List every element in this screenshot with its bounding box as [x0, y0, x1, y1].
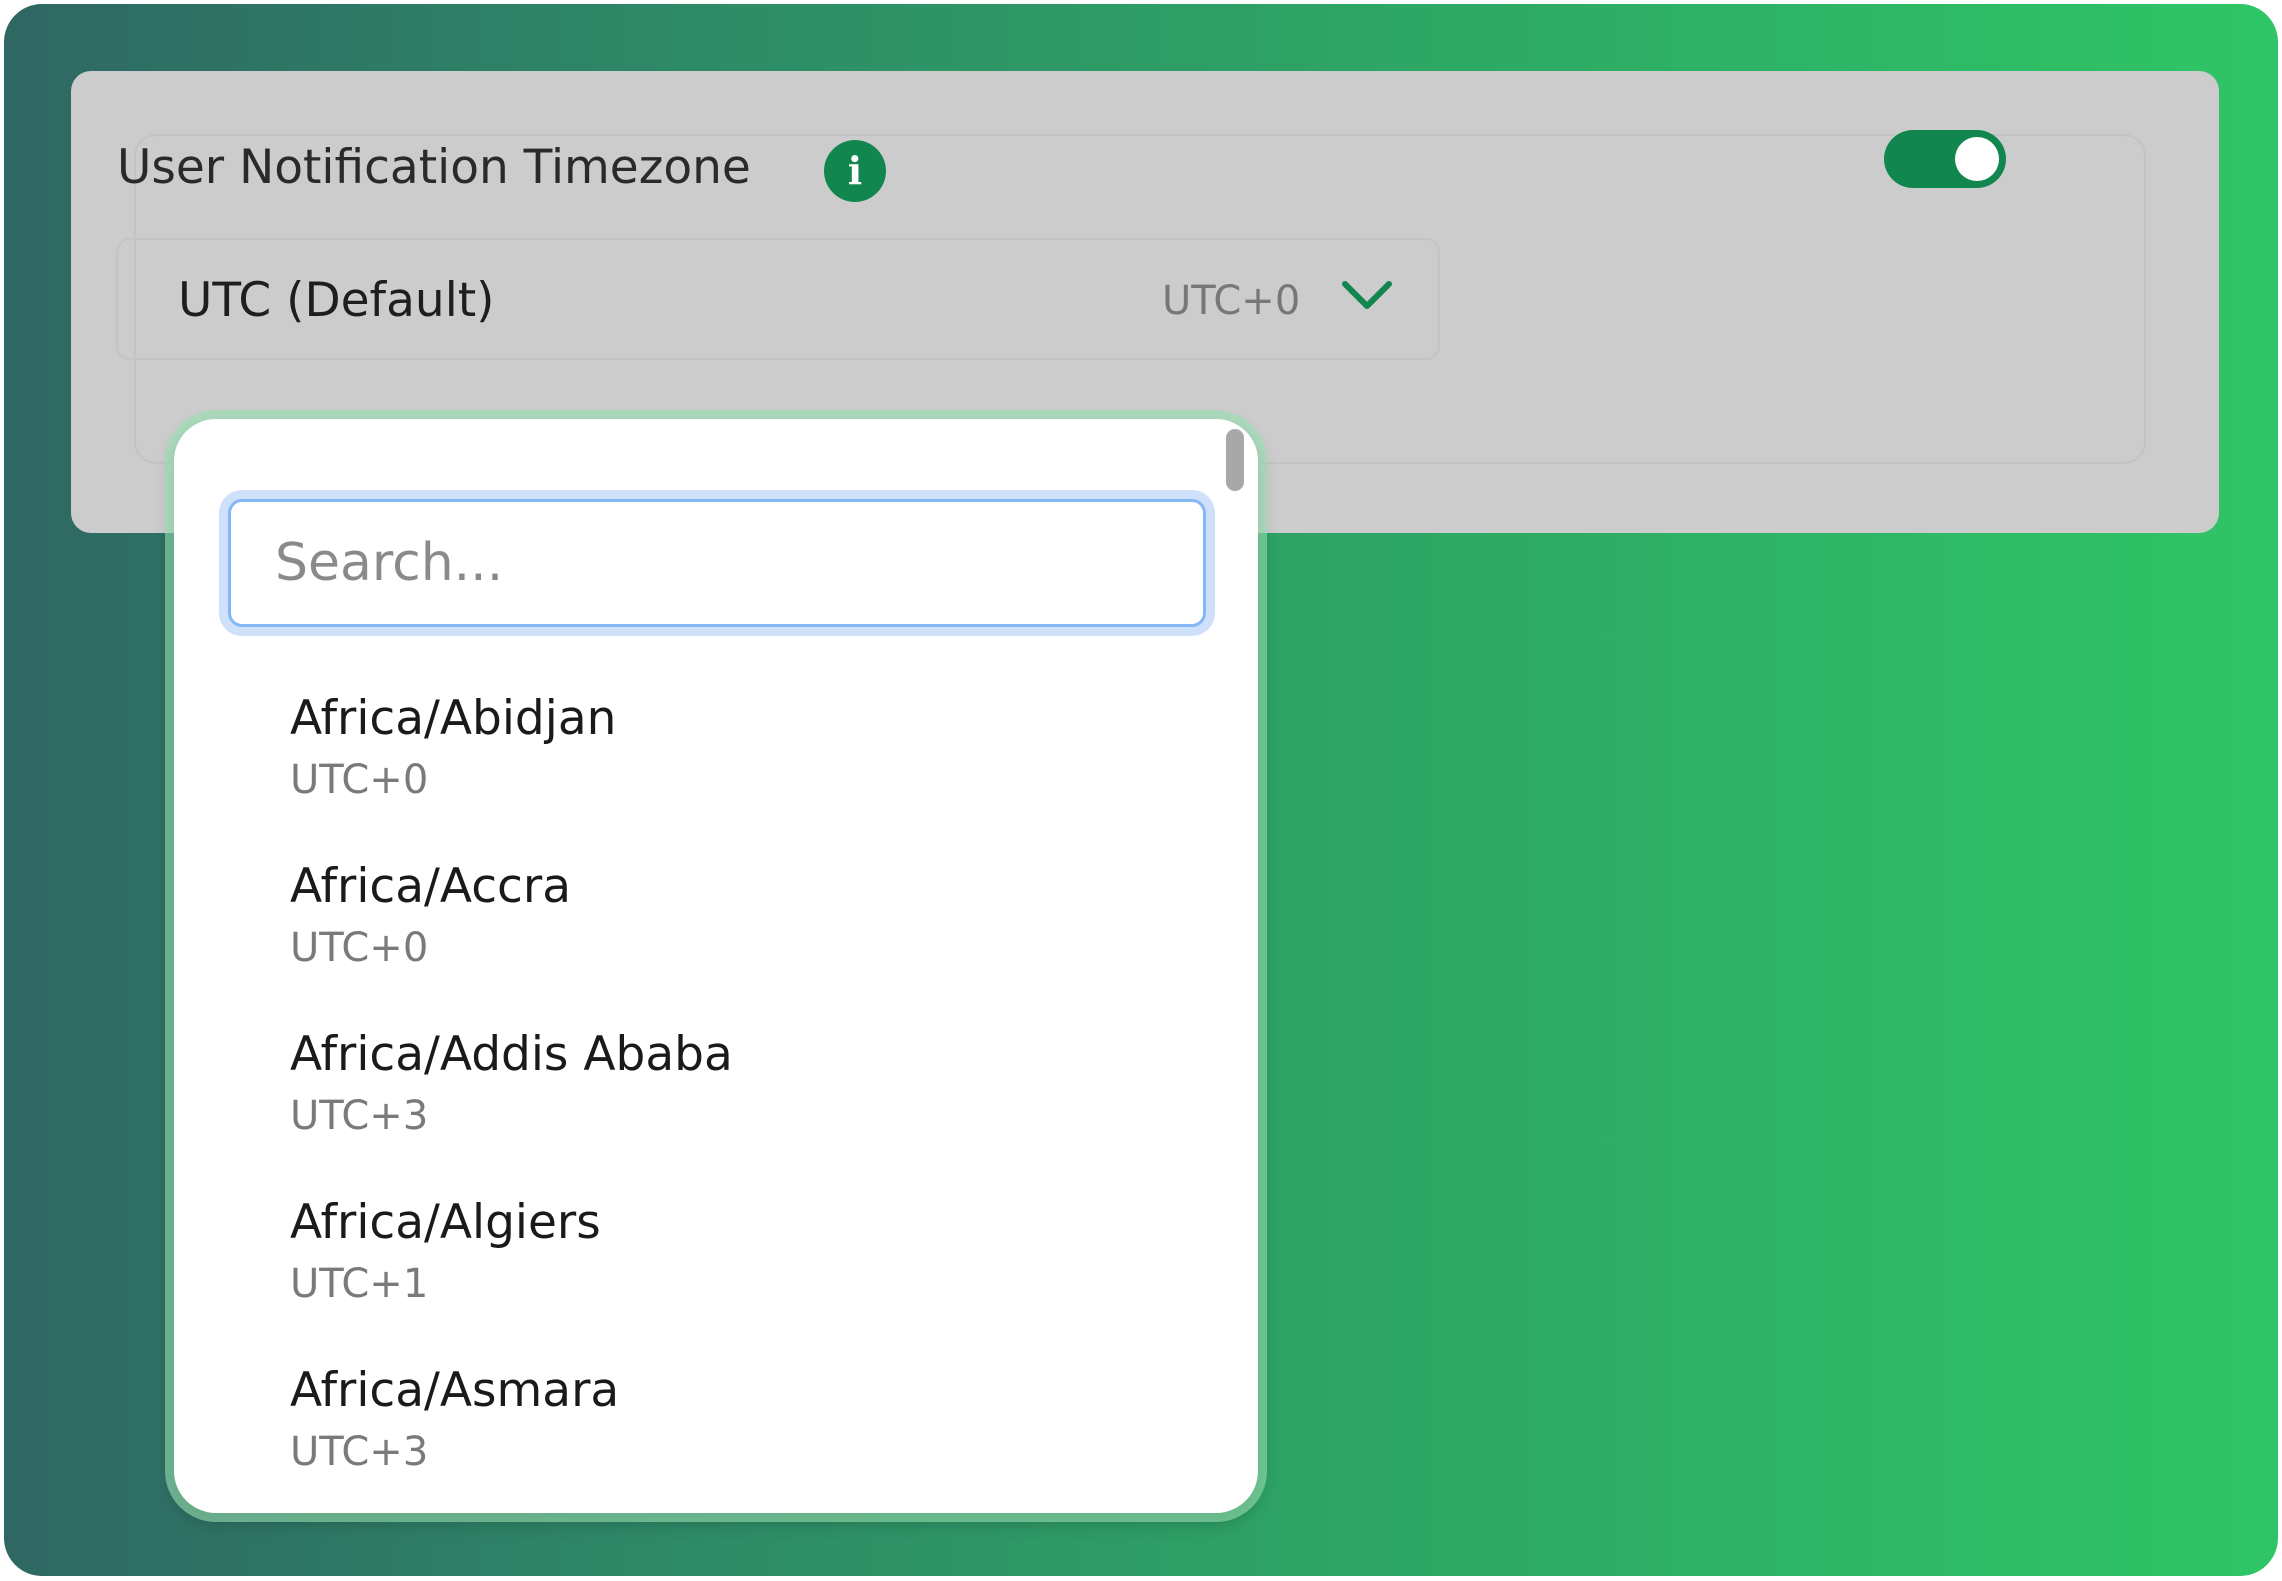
- timezone-toggle[interactable]: [1884, 130, 2006, 188]
- timezone-option-offset: UTC+0: [290, 925, 429, 971]
- timezone-option-offset: UTC+0: [290, 757, 429, 803]
- timezone-option-name: Africa/Algiers: [290, 1195, 601, 1250]
- timezone-option-name: Africa/Addis Ababa: [290, 1027, 733, 1082]
- dropdown-scrollbar[interactable]: [1226, 429, 1244, 491]
- info-icon[interactable]: i: [824, 140, 886, 202]
- timezone-option[interactable]: Africa/Addis Ababa UTC+3: [174, 1019, 1258, 1187]
- timezone-search-input[interactable]: [228, 499, 1206, 627]
- timezone-option[interactable]: Africa/Abidjan UTC+0: [174, 683, 1258, 851]
- timezone-option-name: Africa/Accra: [290, 859, 572, 914]
- setting-title: User Notification Timezone: [117, 140, 751, 195]
- timezone-select[interactable]: UTC (Default) UTC+0: [116, 238, 1440, 360]
- timezone-list: Africa/Abidjan UTC+0 Africa/Accra UTC+0 …: [174, 683, 1258, 1513]
- chevron-down-icon: [1342, 281, 1392, 309]
- timezone-dropdown: Africa/Abidjan UTC+0 Africa/Accra UTC+0 …: [174, 419, 1258, 1513]
- background-frame: User Notification Timezone i UTC (Defaul…: [4, 4, 2278, 1576]
- timezone-option-name: Africa/Asmara: [290, 1363, 620, 1418]
- toggle-knob: [1955, 137, 1999, 181]
- timezone-option[interactable]: Africa/Accra UTC+0: [174, 851, 1258, 1019]
- timezone-option[interactable]: Africa/Asmara UTC+3: [174, 1355, 1258, 1513]
- timezone-option-offset: UTC+1: [290, 1261, 429, 1307]
- timezone-option[interactable]: Africa/Algiers UTC+1: [174, 1187, 1258, 1355]
- selected-timezone: UTC (Default): [178, 273, 495, 328]
- selected-timezone-offset: UTC+0: [1162, 278, 1301, 324]
- timezone-option-name: Africa/Abidjan: [290, 691, 617, 746]
- timezone-option-offset: UTC+3: [290, 1093, 429, 1139]
- timezone-option-offset: UTC+3: [290, 1429, 429, 1475]
